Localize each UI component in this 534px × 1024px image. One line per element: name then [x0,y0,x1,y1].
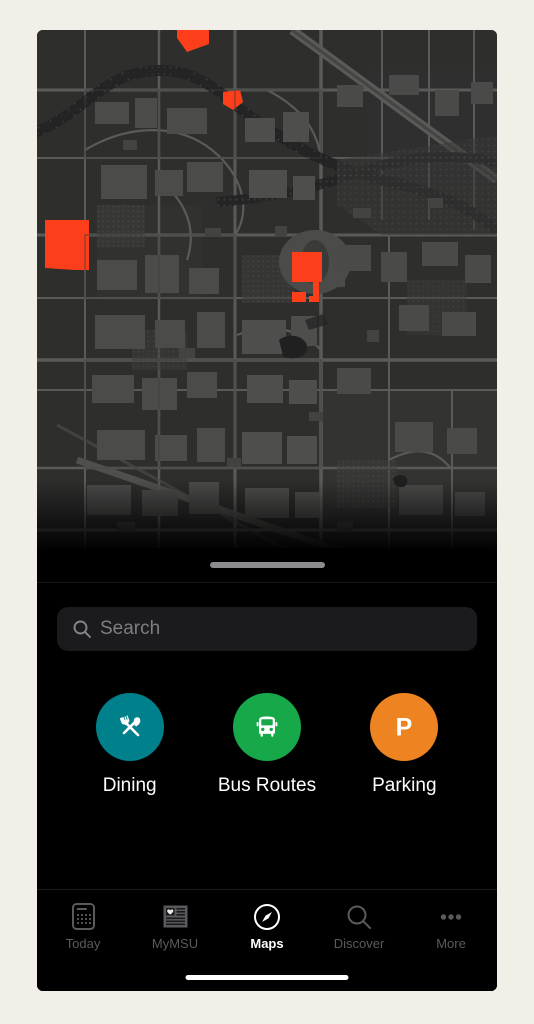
shortcut-label: Bus Routes [217,775,317,796]
bus-icon [256,716,278,737]
fork-and-spoon-icon [119,715,140,737]
tab-more[interactable]: More [405,890,497,962]
compass-icon [253,902,281,932]
shortcut-bus-routes[interactable]: Bus Routes [207,693,327,797]
shortcut-label: Parking [372,775,437,796]
shortcut-label: Dining [102,775,157,796]
sheet-drag-handle[interactable] [209,562,325,568]
shortcut-parking[interactable]: P Parking [344,693,464,797]
dining-icon-circle[interactable] [95,693,164,761]
magnifier-icon [345,902,373,932]
phone-frame: Dining [37,30,497,991]
tab-label: Discover [333,935,385,951]
svg-text:P: P [396,714,413,742]
tab-today[interactable]: Today [37,890,129,962]
home-indicator[interactable] [185,975,349,980]
map-canvas [37,30,497,550]
today-card-icon [71,902,96,932]
tab-mymsu[interactable]: MyMSU [129,890,221,962]
tab-label: Today [65,935,101,951]
shortcut-dining[interactable]: Dining [70,693,190,797]
tab-maps[interactable]: Maps [221,890,313,962]
search-input[interactable] [100,618,467,640]
ellipsis-icon [437,902,465,932]
parking-icon-circle[interactable]: P [370,693,439,761]
search-section [37,583,497,651]
bus-icon-circle[interactable] [232,693,301,761]
tab-label: Maps [250,935,284,951]
sheet-grabber-area[interactable] [37,548,497,582]
tab-discover[interactable]: Discover [313,890,405,962]
screenshot-root: Dining [0,0,534,1024]
campus-map[interactable] [37,30,497,550]
tab-bar: Today MyMSU Maps Discover More [37,889,497,962]
search-bar[interactable] [57,607,477,651]
tab-label: More [436,935,466,951]
shortcuts-row: Dining Bus Routes P Parking [37,651,497,797]
search-icon [73,620,91,638]
parking-p-icon: P [396,714,413,742]
bottom-sheet: Dining [37,548,497,991]
news-heart-icon [162,902,189,932]
tab-label: MyMSU [151,935,199,951]
